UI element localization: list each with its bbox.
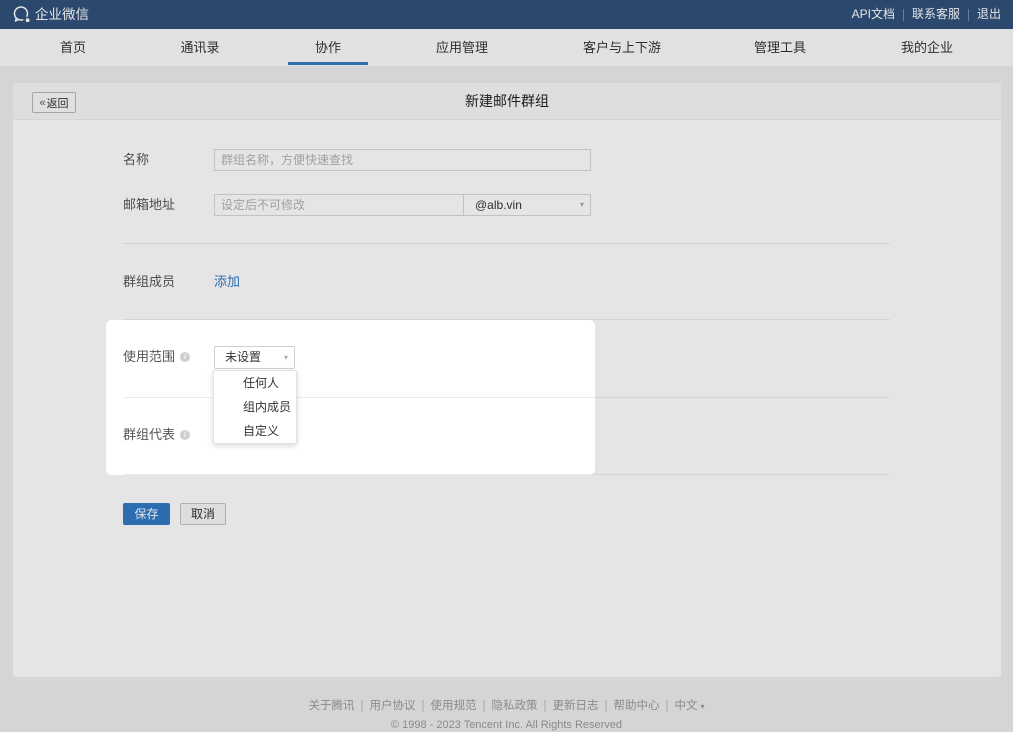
brand-name: 企业微信 (35, 7, 89, 22)
separator (902, 8, 904, 21)
api-docs-link[interactable]: API文档 (852, 0, 895, 29)
info-circle-icon[interactable] (180, 352, 190, 362)
scope-option-group-members[interactable]: 组内成员 (214, 395, 296, 419)
separator (537, 700, 552, 712)
nav-item-my-enterprise[interactable]: 我的企业 (867, 29, 987, 66)
group-members-label: 群组成员 (123, 274, 176, 289)
top-bar: 企业微信 API文档 联系客服 退出 (0, 0, 1013, 29)
page-title: 新建邮件群组 (465, 93, 549, 109)
main-panel: 返回 新建邮件群组 名称 邮箱地址 @alb.vin 群组成员 添加 使用范围 … (13, 83, 1001, 677)
brand[interactable]: 企业微信 (12, 0, 89, 29)
separator (967, 8, 969, 21)
logout-link[interactable]: 退出 (977, 0, 1001, 29)
footer-link-usage-rules[interactable]: 使用规范 (430, 700, 476, 712)
scope-option-custom[interactable]: 自定义 (214, 419, 296, 443)
usage-scope-dropdown-menu: 任何人 组内成员 自定义 (213, 370, 297, 444)
nav-item-customers-partners[interactable]: 客户与上下游 (562, 29, 682, 66)
active-tab-indicator (288, 62, 368, 65)
top-links: API文档 联系客服 退出 (852, 0, 1001, 29)
save-button[interactable]: 保存 (123, 503, 170, 525)
group-name-label: 名称 (123, 152, 150, 167)
nav-item-app-management[interactable]: 应用管理 (402, 29, 522, 66)
email-domain-value: @alb.vin (475, 198, 522, 212)
page: 企业微信 API文档 联系客服 退出 首页 通讯录 协作 应用管理 客户与上下游… (0, 0, 1013, 732)
footer-link-user-agreement[interactable]: 用户协议 (369, 700, 415, 712)
back-button-label: 返回 (46, 97, 69, 110)
add-members-link[interactable]: 添加 (214, 271, 240, 293)
main-nav: 首页 通讯录 协作 应用管理 客户与上下游 管理工具 我的企业 (0, 29, 1013, 66)
separator (598, 700, 613, 712)
language-label: 中文 (674, 700, 698, 712)
page-footer: 关于腾讯 用户协议 使用规范 隐私政策 更新日志 帮助中心 中文 © 1998 - 2023… (0, 698, 1013, 732)
nav-item-home[interactable]: 首页 (13, 29, 133, 66)
nav-item-admin-tools[interactable]: 管理工具 (720, 29, 840, 66)
caret-down-icon (284, 347, 288, 368)
separator (659, 700, 674, 712)
usage-scope-select[interactable]: 未设置 (214, 346, 295, 369)
info-circle-icon[interactable] (180, 430, 190, 440)
cancel-button[interactable]: 取消 (180, 503, 226, 525)
row-divider (123, 319, 890, 320)
usage-scope-value: 未设置 (225, 350, 262, 364)
email-domain-select[interactable]: @alb.vin (463, 194, 591, 216)
contact-support-link[interactable]: 联系客服 (912, 0, 960, 29)
footer-link-privacy-policy[interactable]: 隐私政策 (491, 700, 537, 712)
footer-link-help-center[interactable]: 帮助中心 (613, 700, 659, 712)
group-representative-label: 群组代表 (123, 427, 176, 442)
footer-link-about-tencent[interactable]: 关于腾讯 (308, 700, 354, 712)
double-chevron-left-icon (39, 97, 45, 109)
footer-link-changelog[interactable]: 更新日志 (552, 700, 598, 712)
footer-links: 关于腾讯 用户协议 使用规范 隐私政策 更新日志 帮助中心 中文 (0, 698, 1013, 714)
separator (415, 700, 430, 712)
panel-header: 返回 新建邮件群组 (13, 83, 1001, 120)
row-divider (123, 474, 890, 475)
scope-option-anyone[interactable]: 任何人 (214, 371, 296, 395)
language-switcher[interactable]: 中文 (674, 700, 704, 712)
nav-item-collaboration[interactable]: 协作 (268, 29, 388, 66)
row-divider (123, 243, 890, 244)
email-prefix-input[interactable] (214, 194, 464, 216)
usage-scope-label: 使用范围 (123, 349, 176, 364)
separator (354, 700, 369, 712)
back-button[interactable]: 返回 (32, 92, 76, 113)
caret-down-icon (580, 195, 584, 215)
group-name-input[interactable] (214, 149, 591, 171)
caret-down-icon (700, 702, 704, 711)
wecom-logo-icon (12, 5, 33, 24)
nav-item-contacts[interactable]: 通讯录 (140, 29, 260, 66)
separator (476, 700, 491, 712)
email-address-label: 邮箱地址 (123, 197, 176, 212)
copyright-text: © 1998 - 2023 Tencent Inc. All Rights Re… (390, 719, 623, 731)
